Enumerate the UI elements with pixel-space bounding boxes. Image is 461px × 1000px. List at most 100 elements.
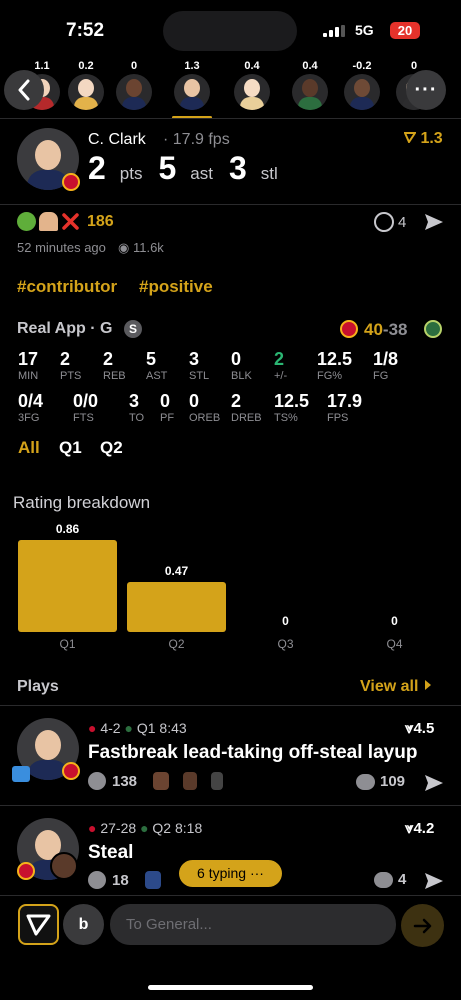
view-all-link[interactable]: View all [360,678,433,696]
box-score-value: 3 [129,391,140,411]
box-score-label: TS% [274,412,298,424]
comment-count[interactable]: 109 [380,773,405,790]
player-strip-item[interactable]: 1.3 [170,60,214,119]
team-logo-icon: ● [88,720,97,736]
stat-value: 3 [228,150,247,186]
signal-icon [323,25,347,37]
player-strip-item[interactable]: 0.4 [288,60,332,116]
player-fps: · 17.9 fps [163,131,230,148]
box-score-label: FG [373,370,389,382]
player-strip-avatar [116,74,152,110]
teammate-avatar [50,852,78,880]
hashtag-positive[interactable]: #positive [139,277,213,297]
team-logo-icon [62,762,80,780]
more-options-button[interactable]: ··· [406,70,446,110]
typing-indicator[interactable]: 6 typing ··· [179,860,282,887]
chart-value-label: 0 [282,614,289,628]
share-icon[interactable] [424,212,444,232]
player-strip-avatar [344,74,380,110]
away-team-icon [424,320,442,338]
box-score-cell: 0/4 3FG [18,391,43,424]
stat-value: 2 [88,150,106,186]
hashtag-contributor[interactable]: #contributor [17,277,117,297]
post-time: 52 minutes ago [17,240,106,255]
repost-count: 4 [398,214,407,231]
tab-q2[interactable]: Q2 [100,438,123,458]
box-score-value: 0 [189,391,200,411]
play-reactions[interactable]: 138 [88,772,224,790]
box-score-label: PF [160,412,175,424]
box-score-row-2: 0/4 3FG 0/0 FTS 3 TO 0 PF 0 OREB 2 DREB 12.5 TS% 17.9 F… [0,391,461,429]
game-source: Real App · G [17,320,113,337]
box-score-cell: 0/0 FTS [73,391,98,424]
comment-count[interactable]: 4 [398,871,406,888]
opponent-logo-icon: ● [124,720,133,736]
player-strip-item[interactable]: 0.2 [64,60,108,116]
chevron-left-icon [18,79,30,101]
box-score-label: FG% [317,370,343,382]
arrow-right-icon [413,918,431,933]
game-score: 40-38 [364,320,408,339]
share-icon[interactable] [424,773,444,793]
play-reactions[interactable]: 18 [88,871,161,889]
share-icon[interactable] [424,871,444,891]
status-time: 7:52 [66,20,105,41]
player-name[interactable]: C. Clark [88,131,146,149]
box-score-cell: 1/8 FG [373,349,398,382]
chart-value-label: 0.86 [55,522,80,536]
comment-icon [356,774,375,790]
divider [0,895,461,896]
box-score-value: 0 [160,391,171,411]
player-strip[interactable]: 1.1 0.2 0 1.3 0.4 0.4 -0.2 0 [0,60,461,119]
player-strip-avatar [174,74,210,110]
box-score-value: 2 [231,391,242,411]
tab-q1[interactable]: Q1 [59,438,82,458]
sticker-icon [144,871,161,889]
play-rating: ⩔4.2 [405,820,435,837]
chart-bar [18,540,117,632]
send-button[interactable] [401,904,444,947]
rating-icon [403,132,417,145]
source-badge: S [124,320,142,338]
box-score-value: 2 [103,349,114,369]
view-count: ◉ 11.6k [118,240,164,255]
bucket-icon [12,766,30,782]
repost-icon[interactable] [374,212,394,232]
box-score-cell: 3 STL [189,349,209,382]
eye-icon: ◉ [118,240,130,255]
play-title[interactable]: Steal [88,842,133,864]
team-logo-icon [17,862,35,880]
box-score-row-1: 17 MIN 2 PTS 2 REB 5 AST 3 STL 0 BLK 2 +/- 12.5 FG% 1/8 F… [0,349,461,387]
play-title[interactable]: Fastbreak lead-taking off-steal layup [88,742,448,764]
sick-face-icon [17,212,36,231]
box-score-cell: 17.9 FPS [327,391,362,424]
team-logo-icon [62,173,80,191]
player-strip-item[interactable]: 0.4 [230,60,274,116]
box-score-label: FTS [73,412,94,424]
box-score-value: 3 [189,349,200,369]
box-score-label: AST [146,370,168,382]
dynamic-island [163,11,297,51]
reactions-row[interactable]: 186 [17,212,114,231]
stat-unit: ast [190,164,213,183]
back-button[interactable] [4,70,44,110]
box-score-cell: 12.5 FG% [317,349,352,382]
box-score-value: 17.9 [327,391,363,411]
player-strip-item[interactable]: -0.2 [340,60,384,116]
opponent-logo-icon: ● [140,820,149,836]
player-strip-item[interactable]: 0 [112,60,156,116]
user-avatar[interactable]: b [63,904,104,945]
box-score-cell: 12.5 TS% [274,391,309,424]
chart-category-label: Q2 [168,637,185,651]
box-score-cell: 2 PTS [60,349,81,382]
player-strip-value: 0.4 [244,60,260,72]
app-logo-button[interactable] [18,904,59,945]
divider [0,118,461,119]
plays-title: Plays [17,678,59,695]
box-score-cell: 2 +/- [274,349,287,382]
box-score-value: 1/8 [373,349,399,369]
box-score-value: 0 [231,349,242,369]
message-input[interactable] [110,904,396,945]
player-rating: 1.3 [403,130,443,148]
tab-all[interactable]: All [18,438,40,458]
